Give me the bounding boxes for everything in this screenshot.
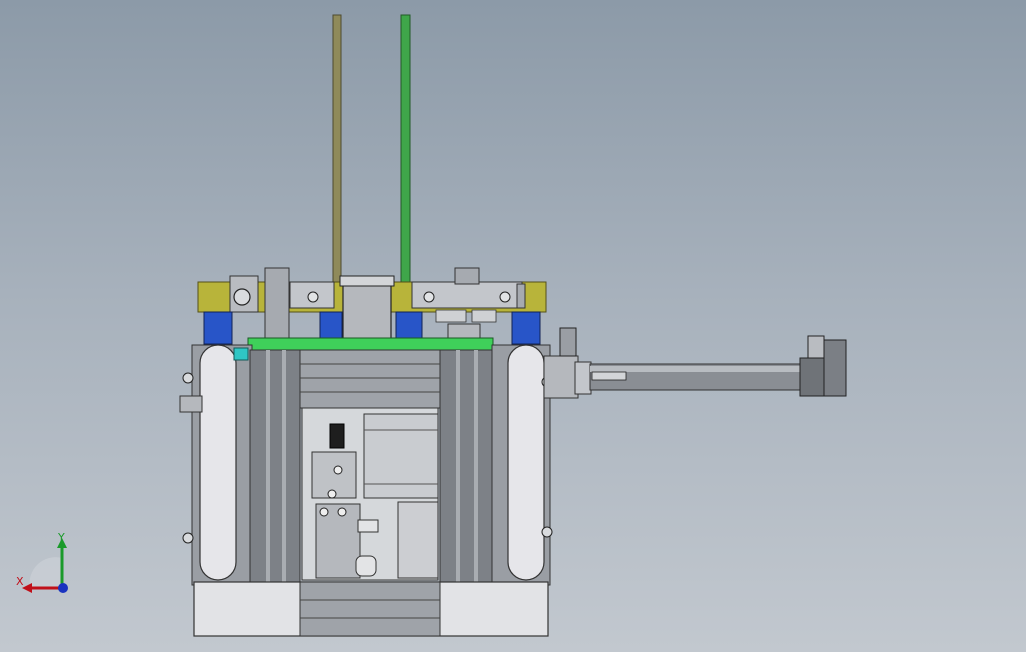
motor-body [363, 413, 439, 499]
rail-stripe [474, 350, 478, 582]
z-axis-icon [58, 583, 68, 593]
clamp-cap [339, 275, 395, 287]
central-frame-left-rail [249, 349, 301, 583]
gripper-finger-right [397, 501, 439, 579]
x-axis-label: X [16, 575, 24, 588]
cyan-part [233, 347, 249, 361]
green-mounting-plate [247, 337, 494, 351]
blue-block [511, 311, 541, 345]
fitting-elbow [355, 555, 377, 577]
label-plate-right [471, 309, 497, 323]
green-rod [400, 14, 411, 286]
blue-block [395, 311, 423, 339]
bolt-icon [541, 526, 553, 538]
rail-stripe [456, 350, 460, 582]
central-frame-right-rail [439, 349, 493, 583]
bolt-icon [182, 372, 194, 384]
pivot-icon [333, 465, 343, 475]
bolt-icon [307, 291, 319, 303]
rail-stripe [282, 350, 286, 582]
cad-viewport[interactable]: X Y [0, 0, 1026, 652]
bolt-icon [182, 532, 194, 544]
air-fitting [807, 335, 825, 359]
top-steel-block-a [264, 267, 290, 339]
y-axis-label: Y [58, 531, 65, 544]
left-bracket-tab [179, 395, 203, 413]
top-steel-block-e [516, 283, 526, 309]
blue-block [203, 311, 233, 345]
fitting-elbow [357, 519, 379, 533]
sensor-clip [591, 371, 627, 381]
air-fitting [559, 327, 577, 357]
label-plate-left [435, 309, 467, 323]
bolt-icon [499, 291, 511, 303]
bolt-icon [337, 507, 347, 517]
cylinder-flange [574, 361, 592, 395]
rail-stripe [266, 350, 270, 582]
top-steel-block-d [454, 267, 480, 285]
bolt-icon [319, 507, 329, 517]
cylinder-mount-block [543, 355, 579, 399]
blue-block [319, 311, 343, 339]
base-center-block [299, 581, 441, 637]
air-fitting-body [823, 339, 847, 397]
left-wheel [199, 344, 237, 581]
central-clamp-block [342, 277, 392, 341]
triad-arc-icon [29, 557, 62, 588]
bolt-icon [423, 291, 435, 303]
bolt-icon [233, 288, 251, 306]
central-slat-block [299, 349, 441, 409]
coordinate-triad: X Y [10, 530, 80, 600]
triad-graphic [22, 538, 68, 593]
cylinder-highlight [590, 366, 804, 372]
cad-model-assembly[interactable] [0, 0, 1026, 652]
small-connector-block [447, 323, 481, 339]
black-sensor [329, 423, 345, 449]
right-wheel [507, 344, 545, 581]
pivot-icon [327, 489, 337, 499]
